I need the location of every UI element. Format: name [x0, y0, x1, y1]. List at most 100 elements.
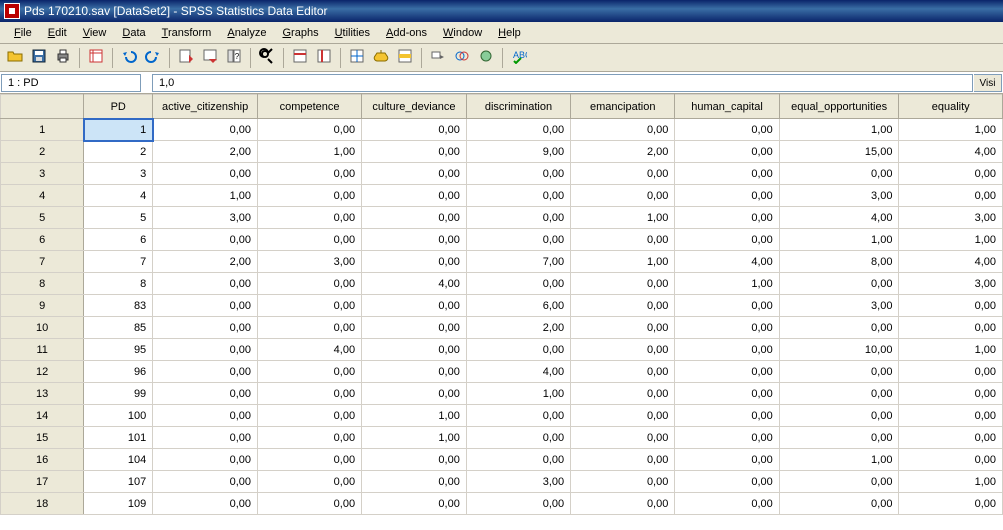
row-header[interactable]: 11: [1, 339, 84, 361]
column-header[interactable]: emancipation: [571, 95, 675, 119]
data-cell[interactable]: 1,00: [779, 229, 899, 251]
data-cell[interactable]: 8,00: [779, 251, 899, 273]
row-header[interactable]: 14: [1, 405, 84, 427]
row-header[interactable]: 1: [1, 119, 84, 141]
column-header[interactable]: equality: [899, 95, 1003, 119]
row-header[interactable]: 9: [1, 295, 84, 317]
data-cell[interactable]: 0,00: [675, 317, 779, 339]
row-header[interactable]: 4: [1, 185, 84, 207]
data-cell[interactable]: 0,00: [779, 471, 899, 493]
use-sets-button[interactable]: [451, 47, 473, 69]
data-cell[interactable]: 0,00: [675, 361, 779, 383]
data-cell[interactable]: 0,00: [466, 185, 570, 207]
data-cell[interactable]: 0,00: [571, 427, 675, 449]
data-cell[interactable]: 0,00: [153, 449, 258, 471]
data-cell[interactable]: 2,00: [153, 141, 258, 163]
data-cell[interactable]: 4,00: [675, 251, 779, 273]
data-cell[interactable]: 0,00: [675, 383, 779, 405]
data-cell[interactable]: 1,00: [466, 383, 570, 405]
column-header[interactable]: equal_opportunities: [779, 95, 899, 119]
data-cell[interactable]: 0,00: [362, 361, 467, 383]
column-header[interactable]: culture_deviance: [362, 95, 467, 119]
data-cell[interactable]: 0,00: [779, 361, 899, 383]
data-cell[interactable]: 0,00: [899, 383, 1003, 405]
data-cell[interactable]: 2,00: [466, 317, 570, 339]
data-cell[interactable]: 0,00: [362, 383, 467, 405]
data-cell[interactable]: 96: [84, 361, 153, 383]
data-cell[interactable]: 1,00: [779, 119, 899, 141]
weight-cases-button[interactable]: [370, 47, 392, 69]
data-cell[interactable]: 0,00: [675, 163, 779, 185]
data-cell[interactable]: 1,00: [362, 405, 467, 427]
row-header[interactable]: 15: [1, 427, 84, 449]
redo-button[interactable]: [142, 47, 164, 69]
data-cell[interactable]: 0,00: [571, 339, 675, 361]
data-cell[interactable]: 0,00: [153, 471, 258, 493]
data-cell[interactable]: 0,00: [779, 405, 899, 427]
data-cell[interactable]: 1: [84, 119, 153, 141]
data-cell[interactable]: 0,00: [899, 317, 1003, 339]
menu-view[interactable]: View: [75, 24, 115, 42]
menu-data[interactable]: Data: [114, 24, 153, 42]
data-cell[interactable]: 0,00: [153, 405, 258, 427]
data-cell[interactable]: 1,00: [675, 273, 779, 295]
data-cell[interactable]: 0,00: [675, 229, 779, 251]
data-cell[interactable]: 0,00: [258, 493, 362, 515]
data-cell[interactable]: 0,00: [466, 339, 570, 361]
data-cell[interactable]: 99: [84, 383, 153, 405]
show-all-button[interactable]: [475, 47, 497, 69]
row-header[interactable]: 18: [1, 493, 84, 515]
data-cell[interactable]: 0,00: [675, 207, 779, 229]
row-header[interactable]: 17: [1, 471, 84, 493]
data-cell[interactable]: 0,00: [362, 185, 467, 207]
data-cell[interactable]: 0,00: [362, 229, 467, 251]
data-cell[interactable]: 0,00: [466, 449, 570, 471]
spellcheck-button[interactable]: ABC: [508, 47, 530, 69]
menu-window[interactable]: Window: [435, 24, 490, 42]
data-cell[interactable]: 0,00: [153, 317, 258, 339]
data-cell[interactable]: 0,00: [258, 449, 362, 471]
goto-case-button[interactable]: [175, 47, 197, 69]
data-cell[interactable]: 104: [84, 449, 153, 471]
data-grid[interactable]: PDactive_citizenshipcompetenceculture_de…: [0, 94, 1003, 530]
data-cell[interactable]: 0,00: [258, 207, 362, 229]
data-cell[interactable]: 0,00: [779, 493, 899, 515]
data-cell[interactable]: 0,00: [362, 207, 467, 229]
data-cell[interactable]: 3,00: [899, 273, 1003, 295]
data-cell[interactable]: 0,00: [362, 339, 467, 361]
data-cell[interactable]: 3,00: [779, 295, 899, 317]
data-cell[interactable]: 0,00: [258, 317, 362, 339]
data-cell[interactable]: 0,00: [153, 163, 258, 185]
data-cell[interactable]: 0,00: [675, 405, 779, 427]
data-cell[interactable]: 0,00: [466, 207, 570, 229]
data-cell[interactable]: 1,00: [362, 427, 467, 449]
data-cell[interactable]: 0,00: [362, 163, 467, 185]
data-cell[interactable]: 0,00: [153, 361, 258, 383]
row-header[interactable]: 7: [1, 251, 84, 273]
data-cell[interactable]: 0,00: [362, 119, 467, 141]
data-cell[interactable]: 0,00: [153, 427, 258, 449]
data-cell[interactable]: 0,00: [258, 405, 362, 427]
data-cell[interactable]: 1,00: [153, 185, 258, 207]
data-cell[interactable]: 3,00: [899, 207, 1003, 229]
column-header[interactable]: discrimination: [466, 95, 570, 119]
data-cell[interactable]: 0,00: [899, 185, 1003, 207]
data-cell[interactable]: 0,00: [571, 229, 675, 251]
data-cell[interactable]: 0,00: [258, 185, 362, 207]
data-cell[interactable]: 0,00: [571, 273, 675, 295]
row-header[interactable]: 13: [1, 383, 84, 405]
data-cell[interactable]: 0,00: [675, 449, 779, 471]
data-cell[interactable]: 0,00: [153, 229, 258, 251]
data-cell[interactable]: 3,00: [779, 185, 899, 207]
row-header[interactable]: 5: [1, 207, 84, 229]
print-button[interactable]: [52, 47, 74, 69]
data-cell[interactable]: 0,00: [571, 361, 675, 383]
menu-transform[interactable]: Transform: [154, 24, 220, 42]
data-cell[interactable]: 1,00: [258, 141, 362, 163]
data-cell[interactable]: 109: [84, 493, 153, 515]
data-cell[interactable]: 0,00: [466, 229, 570, 251]
data-cell[interactable]: 4,00: [899, 251, 1003, 273]
data-cell[interactable]: 15,00: [779, 141, 899, 163]
data-cell[interactable]: 0,00: [675, 295, 779, 317]
row-header[interactable]: 6: [1, 229, 84, 251]
